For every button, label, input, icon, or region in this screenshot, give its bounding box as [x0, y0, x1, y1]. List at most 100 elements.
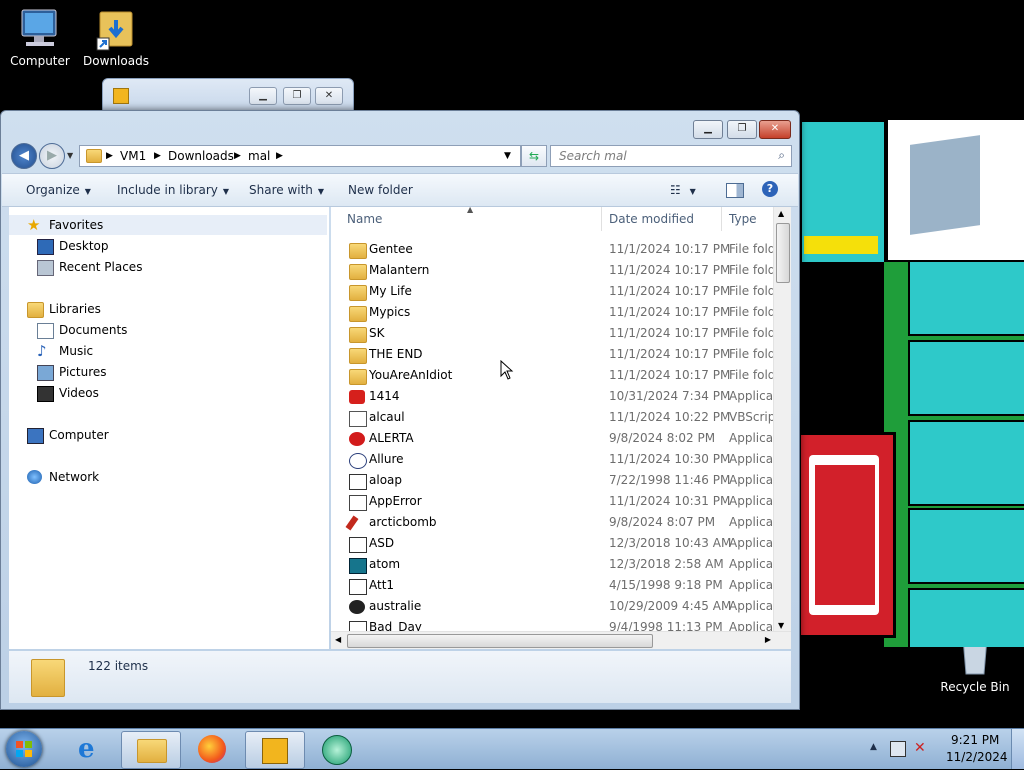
horizontal-scrollbar[interactable]: ◀ ▶: [331, 631, 791, 649]
breadcrumb-separator: ▶: [106, 151, 113, 161]
clock-time[interactable]: 9:21 PM: [951, 733, 999, 747]
file-row[interactable]: Att1 4/15/1998 9:18 PM Application: [343, 575, 777, 596]
taskbar: e ▲ ✕ 9:21 PM 11/2/2024: [0, 728, 1024, 769]
scroll-right-icon[interactable]: ▶: [765, 635, 771, 644]
taskbar-app-window[interactable]: [245, 731, 305, 769]
taskbar-internet-explorer[interactable]: e: [62, 731, 120, 767]
desktop-icon-computer[interactable]: Computer: [0, 6, 80, 68]
search-icon: ⌕: [778, 148, 785, 162]
nav-network[interactable]: Network: [27, 467, 99, 487]
file-row[interactable]: australie 10/29/2009 4:45 AMApplication: [343, 596, 777, 617]
file-row[interactable]: SK 11/1/2024 10:17 PMFile folder: [343, 323, 777, 344]
file-name: australie: [369, 599, 422, 613]
close-button[interactable]: ✕: [759, 120, 791, 139]
column-header-date-modified[interactable]: Date modified: [609, 207, 694, 231]
network-tray-icon[interactable]: [890, 741, 906, 757]
folder-icon: [349, 264, 367, 280]
nav-label: Documents: [59, 323, 128, 337]
taskbar-firefox[interactable]: [184, 731, 242, 767]
atom-icon: [349, 453, 367, 469]
search-input[interactable]: Search mal ⌕: [550, 145, 792, 167]
file-row[interactable]: Allure 11/1/2024 10:30 PMApplication: [343, 449, 777, 470]
view-options-icon[interactable]: ☷ ▼: [670, 183, 696, 197]
minimize-button[interactable]: ▁: [249, 87, 277, 105]
breadcrumb-vm1[interactable]: VM1: [120, 149, 146, 163]
maximize-button[interactable]: ❐: [727, 120, 757, 139]
nav-recent-places[interactable]: Recent Places: [37, 257, 143, 277]
firefox-icon: [198, 735, 226, 763]
help-icon[interactable]: ?: [762, 181, 778, 197]
nav-videos[interactable]: Videos: [37, 383, 99, 403]
nav-pictures[interactable]: Pictures: [37, 362, 107, 382]
nav-libraries[interactable]: Libraries: [27, 299, 101, 319]
file-row[interactable]: My Life 11/1/2024 10:17 PMFile folder: [343, 281, 777, 302]
file-row[interactable]: Mypics 11/1/2024 10:17 PMFile folder: [343, 302, 777, 323]
nav-favorites[interactable]: ★ Favorites: [27, 215, 104, 235]
start-button[interactable]: [6, 731, 42, 767]
share-with-label: Share with: [249, 183, 313, 197]
back-button[interactable]: ◀: [11, 143, 37, 169]
file-date-modified: 7/22/1998 11:46 PM: [609, 473, 731, 487]
scroll-down-icon[interactable]: ▼: [778, 621, 784, 630]
nav-music[interactable]: ♪ Music: [37, 341, 93, 361]
clock-date[interactable]: 11/2/2024: [946, 750, 1008, 764]
volume-muted-icon[interactable]: ✕: [914, 740, 926, 756]
background-window[interactable]: ▁ ❐ ✕: [102, 78, 354, 114]
address-bar[interactable]: ▶ VM1 ▶ Downloads ▶ mal ▶ ▼: [79, 145, 521, 167]
show-desktop-button[interactable]: [1011, 729, 1024, 769]
folder-icon: [349, 327, 367, 343]
file-row[interactable]: THE END 11/1/2024 10:17 PMFile folder: [343, 344, 777, 365]
script-icon: [349, 411, 367, 427]
scroll-left-icon[interactable]: ◀: [335, 635, 341, 644]
address-dropdown-icon[interactable]: ▼: [504, 151, 511, 161]
file-row[interactable]: ASD 12/3/2018 10:43 AMApplication: [343, 533, 777, 554]
file-row[interactable]: Malantern 11/1/2024 10:17 PMFile folder: [343, 260, 777, 281]
new-folder-button[interactable]: New folder: [348, 183, 413, 197]
taskbar-windows-explorer[interactable]: [121, 731, 181, 769]
nav-computer[interactable]: Computer: [27, 425, 109, 445]
breadcrumb-mal[interactable]: mal: [248, 149, 270, 163]
scroll-thumb[interactable]: [347, 634, 653, 648]
app-window-icon: [349, 474, 367, 490]
desktop-icon-downloads[interactable]: Downloads: [76, 6, 156, 68]
app-window-icon: [349, 537, 367, 553]
file-row[interactable]: aloap 7/22/1998 11:46 PMApplication: [343, 470, 777, 491]
forward-button[interactable]: ▶: [39, 143, 65, 169]
refresh-button[interactable]: ⇆: [521, 145, 547, 167]
wallpaper-red-tile: [798, 432, 896, 638]
maximize-button[interactable]: ❐: [283, 87, 311, 105]
breadcrumb-downloads[interactable]: Downloads: [168, 149, 234, 163]
taskbar-app-green[interactable]: [308, 731, 366, 767]
stop-sign-icon: [349, 432, 365, 446]
explorer-window[interactable]: ▁ ❐ ✕ ◀ ▶ ▼ ▶ VM1 ▶ Downloads ▶ mal ▶ ▼ …: [0, 110, 800, 710]
file-row[interactable]: ALERTA 9/8/2024 8:02 PM Application: [343, 428, 777, 449]
file-row[interactable]: alcaul 11/1/2024 10:22 PMVBScript Script …: [343, 407, 777, 428]
include-in-library-button[interactable]: Include in library ▼: [117, 183, 229, 197]
share-with-button[interactable]: Share with ▼: [249, 183, 324, 197]
file-row[interactable]: arcticbomb 9/8/2024 8:07 PM Application: [343, 512, 777, 533]
recent-pages-chevron-icon[interactable]: ▼: [67, 151, 73, 160]
nav-desktop[interactable]: Desktop: [37, 236, 109, 256]
bug-icon: [349, 600, 365, 614]
nav-label: Favorites: [49, 218, 104, 232]
nav-documents[interactable]: Documents: [37, 320, 128, 340]
column-header-name[interactable]: Name: [347, 207, 382, 231]
file-row[interactable]: 1414 10/31/2024 7:34 PMApplication: [343, 386, 777, 407]
scroll-up-icon[interactable]: ▲: [778, 209, 784, 218]
column-header-type[interactable]: Type: [729, 207, 757, 231]
file-row[interactable]: atom 12/3/2018 2:58 AM Application: [343, 554, 777, 575]
file-date-modified: 11/1/2024 10:17 PM: [609, 284, 731, 298]
star-icon: ★: [27, 216, 41, 234]
show-hidden-icons-chevron-icon[interactable]: ▲: [870, 742, 877, 752]
nav-label: Recent Places: [59, 260, 143, 274]
minimize-button[interactable]: ▁: [693, 120, 723, 139]
breadcrumb-separator: ▶: [234, 151, 241, 161]
close-button[interactable]: ✕: [315, 87, 343, 105]
preview-pane-icon[interactable]: [726, 183, 744, 198]
file-row[interactable]: AppError 11/1/2024 10:31 PMApplication: [343, 491, 777, 512]
organize-button[interactable]: Organize ▼: [26, 183, 91, 197]
vertical-scrollbar[interactable]: ▲ ▼: [773, 207, 791, 632]
file-row[interactable]: Gentee 11/1/2024 10:17 PMFile folder: [343, 239, 777, 260]
scroll-thumb[interactable]: [776, 223, 790, 283]
file-row[interactable]: YouAreAnIdiot 11/1/2024 10:17 PM File fold…: [343, 365, 777, 386]
